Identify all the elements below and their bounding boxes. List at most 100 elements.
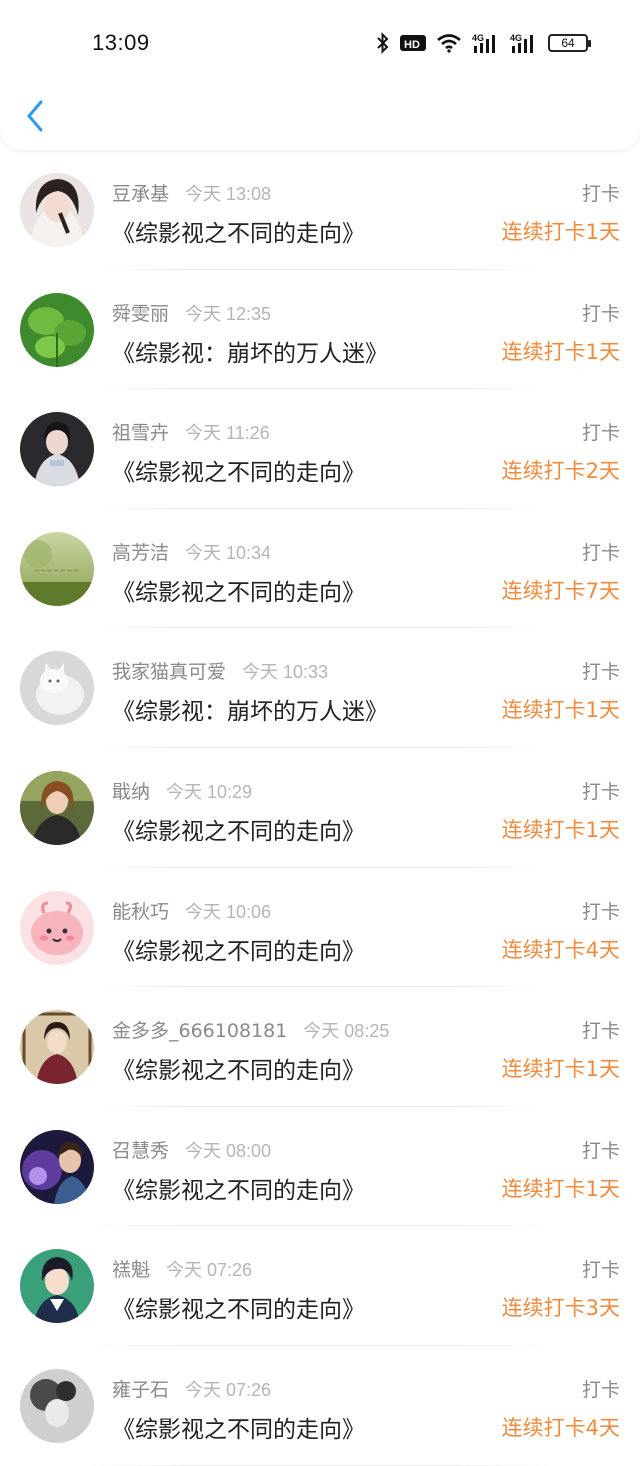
checkin-action-label: 打卡	[581, 422, 620, 445]
avatar[interactable]	[20, 770, 94, 845]
chevron-left-icon	[27, 100, 43, 132]
book-title[interactable]: 《综影视之不同的走向》	[112, 573, 365, 607]
checkin-action-label: 打卡	[581, 900, 620, 923]
user-name-line: 金多多_666108181 今天 08:25	[112, 1016, 389, 1043]
streak-label: 连续打卡1天	[501, 698, 620, 723]
list-item[interactable]: 召慧秀 今天 08:00 《综影视之不同的走向》 打卡连续打卡1天	[0, 1107, 640, 1227]
checkin-action-label: 打卡	[581, 541, 620, 564]
list-item[interactable]: 戢纳 今天 10:29 《综影视之不同的走向》 打卡连续打卡1天	[0, 748, 640, 868]
bluetooth-icon	[377, 32, 389, 54]
streak-label: 连续打卡1天	[501, 220, 620, 244]
user-name[interactable]: 高芳洁	[112, 542, 169, 564]
streak-label: 连续打卡1天	[501, 339, 620, 364]
user-name[interactable]: 戢纳	[112, 781, 150, 803]
user-name-line: 能秋巧 今天 10:06	[112, 897, 271, 924]
checkin-action-label: 打卡	[581, 1139, 620, 1162]
avatar[interactable]	[20, 1010, 94, 1085]
list-item[interactable]: 祖雪卉 今天 11:26 《综影视之不同的走向》 打卡 连续打卡2天	[0, 389, 640, 509]
user-name-line: 豆承基 今天 13:08	[112, 179, 271, 206]
hd-label: HD	[404, 39, 420, 51]
streak-label: 连续打卡1天	[501, 817, 620, 842]
user-name-line: 舜雯丽 今天 12:35	[112, 299, 271, 326]
streak-label: 连续打卡7天	[501, 578, 620, 603]
network-label-2: 4G	[510, 33, 522, 43]
checkin-time: 今天 07:26	[166, 1260, 253, 1281]
list-item[interactable]: 金多多_666108181 今天 08:25 《综影视之不同的走向》 打卡连续打卡1天	[0, 987, 640, 1107]
checkin-action-label: 打卡	[581, 302, 620, 325]
book-title[interactable]: 《综影视之不同的走向》	[112, 453, 365, 487]
status-icons: HD 4G 4G 64	[376, 30, 591, 56]
avatar[interactable]	[20, 292, 94, 367]
user-name-line: 禚魁 今天 07:26	[112, 1255, 252, 1282]
checkin-action-label: 打卡	[581, 1020, 620, 1043]
wifi-icon	[437, 34, 461, 53]
streak-label: 连续打卡1天	[501, 1176, 620, 1201]
row-divider	[90, 1464, 550, 1466]
user-name-line: 我家猫真可爱 今天 10:33	[112, 657, 328, 684]
checkin-time: 今天 12:35	[185, 303, 272, 324]
book-title[interactable]: 《综影视之不同的走向》	[112, 812, 365, 846]
avatar[interactable]	[20, 1249, 94, 1324]
list-item[interactable]: 豆承基 今天 13:08 《综影视之不同的走向》 打卡连续打卡1天	[0, 150, 640, 270]
checkin-action-label: 打卡	[581, 780, 620, 803]
user-name-line: 高芳洁 今天 10:34	[112, 538, 271, 565]
avatar[interactable]	[20, 412, 94, 487]
avatar[interactable]: — — — — — — —	[20, 531, 94, 606]
checkin-time: 今天 10:34	[185, 542, 272, 563]
user-name[interactable]: 我家猫真可爱	[112, 661, 226, 683]
book-title[interactable]: 《综影视之不同的走向》	[112, 932, 365, 966]
back-button[interactable]	[20, 96, 50, 136]
hd-icon: HD	[400, 35, 426, 51]
status-time: 13:09	[92, 30, 150, 55]
book-title[interactable]: 《综影视之不同的走向》	[112, 214, 365, 248]
avatar[interactable]	[20, 651, 94, 726]
user-name[interactable]: 祖雪卉	[112, 422, 169, 444]
checkin-time: 今天 08:00	[185, 1140, 272, 1161]
book-title[interactable]: 《综影视：崩坏的万人迷》	[112, 334, 388, 368]
signal-icon-2: 4G	[510, 33, 533, 53]
user-name[interactable]: 舜雯丽	[112, 303, 169, 325]
battery-icon: 64	[548, 34, 591, 52]
checkin-time: 今天 08:25	[303, 1021, 390, 1042]
user-name[interactable]: 雍子石	[112, 1379, 169, 1401]
book-title[interactable]: 《综影视之不同的走向》	[112, 1051, 365, 1085]
list-item[interactable]: 禚魁 今天 07:26 《综影视之不同的走向》 打卡连续打卡3天	[0, 1226, 640, 1346]
checkin-time: 今天 13:08	[185, 184, 272, 204]
streak-label: 连续打卡1天	[501, 1057, 620, 1082]
checkin-action-label: 打卡	[581, 1259, 620, 1282]
list-item[interactable]: 雍子石 今天 07:26 《综影视之不同的走向》 打卡连续打卡4天	[0, 1346, 640, 1466]
avatar[interactable]	[20, 173, 94, 247]
user-name[interactable]: 禚魁	[112, 1259, 150, 1281]
user-name-line: 召慧秀 今天 08:00	[112, 1136, 271, 1163]
user-name-line: 雍子石 今天 07:26	[112, 1375, 271, 1402]
avatar[interactable]	[20, 890, 94, 965]
avatar[interactable]	[20, 1129, 94, 1204]
user-name-line: 戢纳 今天 10:29	[112, 777, 252, 804]
book-title[interactable]: 《综影视之不同的走向》	[112, 1290, 365, 1324]
streak-label: 连续打卡3天	[501, 1296, 620, 1321]
user-name[interactable]: 金多多_666108181	[112, 1020, 287, 1042]
book-title[interactable]: 《综影视之不同的走向》	[112, 1171, 365, 1205]
list-item[interactable]: — — — — — — — 高芳洁 今天 10:34 《综影视之不同的走向》 打卡连续打…	[0, 509, 640, 629]
avatar[interactable]	[20, 1368, 94, 1443]
signal-icon-1: 4G	[472, 33, 495, 53]
checkin-action-label: 打卡	[581, 183, 620, 205]
list-item[interactable]: 舜雯丽 今天 12:35 《综影视：崩坏的万人迷》 打卡连续打卡1天	[0, 270, 640, 390]
checkin-time: 今天 10:06	[185, 901, 272, 922]
checkin-time: 今天 10:33	[242, 662, 329, 683]
checkin-action-label: 打卡	[581, 1378, 620, 1401]
top-header: 13:09 HD 4G 4G 64	[0, 0, 640, 150]
checkin-action-label: 打卡	[581, 661, 620, 684]
user-name[interactable]: 召慧秀	[112, 1140, 169, 1162]
list-item[interactable]: 我家猫真可爱 今天 10:33 《综影视：崩坏的万人迷》 打卡连续打卡1天	[0, 628, 640, 748]
checkin-time: 今天 07:26	[185, 1379, 272, 1400]
checkin-time: 今天 11:26	[185, 423, 270, 444]
book-title[interactable]: 《综影视之不同的走向》	[112, 1410, 365, 1444]
user-name[interactable]: 能秋巧	[112, 901, 169, 923]
user-name[interactable]: 豆承基	[112, 183, 169, 205]
streak-label: 连续打卡4天	[501, 1415, 620, 1440]
list-item[interactable]: 能秋巧 今天 10:06 《综影视之不同的走向》 打卡连续打卡4天	[0, 868, 640, 988]
book-title[interactable]: 《综影视：崩坏的万人迷》	[112, 692, 388, 726]
streak-label: 连续打卡4天	[501, 937, 620, 962]
network-label-1: 4G	[472, 33, 484, 43]
